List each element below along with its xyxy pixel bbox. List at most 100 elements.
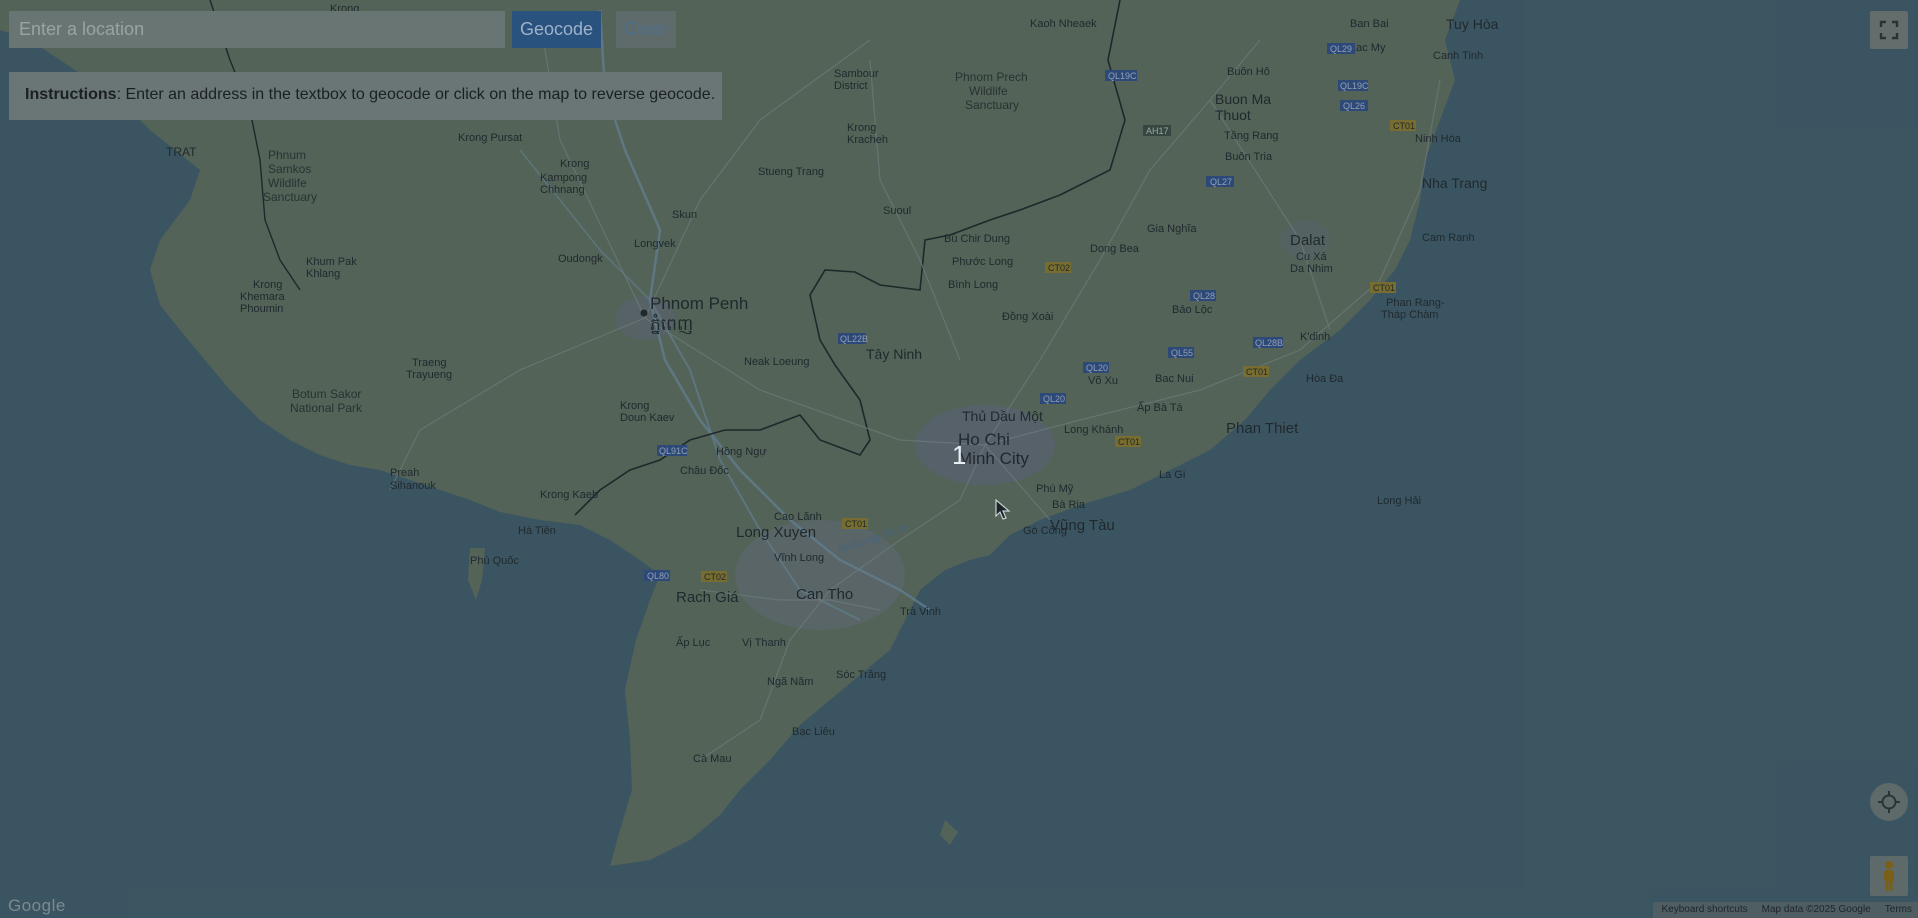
svg-text:QL55: QL55 [1171,348,1193,358]
label-cu-xa-da-nhim: Cu Xá [1296,251,1327,263]
label-can-tho: Can Tho [796,586,853,603]
label-go-cong: Gò Công [1023,525,1067,537]
label-longvek: Longvek [634,238,676,250]
label-krong-doun-kaev: Krong [620,400,649,412]
svg-text:Sihanouk: Sihanouk [390,480,436,492]
pegman-icon [1884,861,1894,891]
instructions-text: : Enter an address in the textbox to geo… [116,86,716,103]
label-khum-pak-khlang: Khum Pak [306,256,357,268]
label-cao-lanh: Cao Lãnh [774,511,822,523]
label-ap-ba-ta: Ấp Bà Tá [1137,401,1184,414]
svg-text:QL19C: QL19C [1108,71,1137,81]
label-buon-tria: Buôn Tria [1225,151,1273,163]
label-phan-thiet: Phan Thiet [1226,420,1299,437]
svg-text:Doun Kaev: Doun Kaev [620,412,675,424]
instructions-label: Instructions [25,86,117,103]
label-traeng-trayueng: Traeng [412,357,446,369]
label-binh-long: Bình Long [948,279,998,291]
svg-text:QL91C: QL91C [659,446,688,456]
svg-text:QL80: QL80 [647,571,669,581]
label-vi-thanh: Vị Thanh [742,637,786,649]
label-thu-dau-mot: Thủ Dầu Một [962,408,1043,424]
svg-text:QL19C: QL19C [1340,81,1369,91]
label-krong-kampong-chhnang: Krong [560,158,589,170]
svg-text:CT01: CT01 [1393,121,1415,131]
label-ca-mau: Cà Mau [693,753,732,765]
street-view-pegman-button[interactable] [1870,856,1908,896]
label-nha-trang: Nha Trang [1422,175,1487,191]
keyboard-shortcuts-link[interactable]: Keyboard shortcuts [1661,902,1747,918]
label-phnom-penh-km: ភ្នំពេញ [650,313,693,335]
svg-text:Khemara: Khemara [240,291,286,303]
svg-text:QL29: QL29 [1330,44,1352,54]
svg-text:District: District [834,80,868,92]
label-tuy-hoa: Tuy Hòa [1446,16,1499,32]
map-data-attribution: Map data ©2025 Google [1761,904,1871,915]
label-canh-tinh: Canh Tinh [1433,50,1483,62]
svg-text:Tháp Chàm: Tháp Chàm [1381,309,1438,321]
fullscreen-icon [1879,20,1899,40]
label-nga-nam: Ngã Năm [767,676,813,688]
label-vinh-long: Vĩnh Long [774,552,824,564]
label-tang-rang: Tầng Rang [1224,130,1278,142]
label-oudongk: Oudongk [558,253,603,265]
label-ban-bai: Ban Bai [1350,18,1389,30]
label-krong-khemara-phoumin: Krong [253,279,282,291]
label-ba-ria: Bà Rịa [1052,499,1086,511]
marker-label[interactable]: 1 [952,440,966,471]
svg-text:Kampong: Kampong [540,172,587,184]
svg-text:Sanctuary: Sanctuary [263,190,317,204]
label-soc-trang: Sóc Trăng [836,669,886,681]
my-location-button[interactable] [1870,783,1908,821]
label-ninh-hoa: Ninh Hòa [1415,133,1462,145]
label-bao-loc: Bảo Lộc [1172,304,1213,316]
google-logo: Google [8,896,66,915]
terms-link[interactable]: Terms [1885,902,1912,918]
svg-text:CT01: CT01 [845,519,867,529]
label-phan-rang: Phan Rang- [1386,297,1445,309]
svg-text:Chhnang: Chhnang [540,184,585,196]
clear-button[interactable]: Clear [616,11,676,48]
label-dong-xoai: Đồng Xoài [1002,311,1053,323]
svg-text:CT02: CT02 [704,572,726,582]
label-phu-quoc: Phú Quốc [470,555,519,567]
geocode-button[interactable]: Geocode [512,11,601,48]
label-phnum-samkos: Phnum [268,148,306,162]
label-kdinh: K'dinh [1300,331,1330,343]
svg-text:Khlang: Khlang [306,268,340,280]
svg-text:QL22B: QL22B [840,334,868,344]
svg-text:National Park: National Park [290,401,363,415]
label-chau-doc: Châu Đốc [680,465,729,477]
label-skun: Skun [672,209,697,221]
my-location-icon [1878,791,1900,813]
svg-text:Kracheh: Kracheh [847,134,888,146]
svg-text:AH17: AH17 [1146,126,1169,136]
instructions-panel: Instructions: Enter an address in the te… [9,72,722,120]
label-tay-ninh: Tây Ninh [866,346,922,362]
label-vo-xu: Võ Xu [1088,375,1118,387]
svg-text:Trayueng: Trayueng [406,369,452,381]
city-dot [640,309,648,317]
svg-text:QL28: QL28 [1193,291,1215,301]
svg-text:CT02: CT02 [1048,263,1070,273]
svg-text:Samkos: Samkos [268,162,311,176]
label-buon-ho: Buôn Hô [1227,66,1270,78]
label-phuoc-long: Phước Long [952,256,1013,268]
label-suoul: Suoul [883,205,911,217]
label-trat: TRAT [166,145,197,159]
label-krong-kaeb: Krong Kaeb [540,489,598,501]
cursor-icon [995,499,1011,520]
svg-text:QL28B: QL28B [1255,338,1283,348]
label-ha-tien: Hà Tiên [518,525,556,537]
label-dalat: Dalat [1290,232,1326,249]
label-preah-sihanouk: Preah [390,467,419,479]
fullscreen-button[interactable] [1870,11,1908,49]
svg-text:QL27: QL27 [1210,177,1232,187]
label-long-khanh: Long Khánh [1064,424,1123,436]
label-neak-loeung: Neak Loeung [744,356,809,368]
label-phnom-penh: Phnom Penh [650,294,748,313]
label-hong-ngu: Hồng Ngự [716,446,767,458]
label-gia-nghia: Gia Nghĩa [1147,223,1197,235]
location-search-input[interactable] [9,11,505,48]
label-krong-pursat: Krong Pursat [458,132,522,144]
